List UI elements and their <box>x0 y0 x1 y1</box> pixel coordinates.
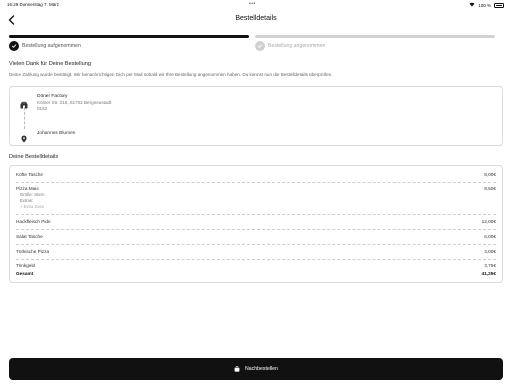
item-price: 8,50€ <box>484 186 496 191</box>
step-bar <box>255 35 495 38</box>
multitasking-dots-icon: ••• <box>249 1 256 7</box>
tip-price: 3,75€ <box>484 263 496 268</box>
list-item: Köfte Tasche 8,00€ <box>16 172 496 180</box>
total-row: Gesamt 41,25€ <box>16 271 496 279</box>
shop-street: Kölner Str. 216, 51702 Bergneustadt <box>37 100 112 105</box>
order-summary: Köfte Tasche 8,00€ Pizza Mais 8,50€ Größ… <box>9 165 503 283</box>
row-divider <box>16 244 496 245</box>
item-name: Köfte Tasche <box>16 172 44 177</box>
step-bar <box>9 35 249 38</box>
step-label: Bestellung aufgenommen <box>22 43 81 49</box>
list-item: Hackfleisch Pide 12,00€ <box>16 219 496 227</box>
check-circle-icon <box>255 41 265 51</box>
storefront-icon <box>20 96 28 109</box>
item-price: 3,00€ <box>484 249 496 254</box>
item-size: Größe: 26cm <box>20 192 45 197</box>
list-item: Salat Tasche 6,00€ <box>16 234 496 242</box>
thanks-text: Deine Zahlung wurde bestätigt. Wir benac… <box>9 72 333 77</box>
step-order-accepted: Bestellung angenommen <box>255 35 495 51</box>
reorder-button[interactable]: Nachbestellen <box>9 358 503 380</box>
total-price: 41,25€ <box>481 271 496 276</box>
item-price: 12,00€ <box>481 219 496 224</box>
address-card: Döner Factory Kölner Str. 216, 51702 Ber… <box>9 86 503 146</box>
list-item: Pizza Mais 8,50€ Größe: 26cm Extras: + E… <box>16 186 496 216</box>
item-name: Hackfleisch Pide <box>16 219 51 224</box>
page-title: Bestelldetails <box>235 15 277 22</box>
row-divider <box>16 182 496 183</box>
list-item: Türkische Pizza 3,00€ <box>16 249 496 257</box>
shop-name: Döner Factory <box>37 94 68 99</box>
order-progress: Bestellung aufgenommen Bestellung angeno… <box>9 35 503 55</box>
shop-zip: 0152 <box>37 106 48 111</box>
item-extras-label: Extras: <box>20 198 34 203</box>
total-label: Gesamt <box>16 271 34 276</box>
thanks-title: Vielen Dank für Deine Bestellung <box>9 61 91 67</box>
item-name: Türkische Pizza <box>16 249 50 254</box>
route-line <box>24 107 25 129</box>
battery-percent: 100 % <box>478 3 491 8</box>
status-bar: 16:29 Donnerstag 7. März ••• 100 % <box>0 0 512 9</box>
row-divider <box>16 259 496 260</box>
battery-icon <box>494 3 504 8</box>
reorder-label: Nachbestellen <box>245 366 278 372</box>
map-pin-icon <box>20 130 28 143</box>
tip-label: Trinkgeld <box>16 263 36 268</box>
item-name: Salat Tasche <box>16 234 43 239</box>
status-time: 16:29 Donnerstag 7. März <box>7 2 60 7</box>
tip-row: Trinkgeld 3,75€ <box>16 263 496 271</box>
header: Bestelldetails <box>0 10 512 30</box>
item-price: 8,00€ <box>484 172 496 177</box>
step-order-placed: Bestellung aufgenommen <box>9 35 249 51</box>
wifi-icon <box>469 2 475 9</box>
details-title: Deine Bestelldetails <box>9 154 59 160</box>
item-extra: + Extra Zusa <box>20 204 44 209</box>
step-label: Bestellung angenommen <box>268 43 326 49</box>
customer-name: Johannes Blumen <box>37 131 76 136</box>
row-divider <box>16 214 496 215</box>
shopping-bag-icon <box>234 366 240 372</box>
item-price: 6,00€ <box>484 234 496 239</box>
check-circle-icon <box>9 41 19 51</box>
item-name: Pizza Mais <box>16 186 39 191</box>
status-indicators: 100 % <box>469 2 504 9</box>
row-divider <box>16 229 496 230</box>
